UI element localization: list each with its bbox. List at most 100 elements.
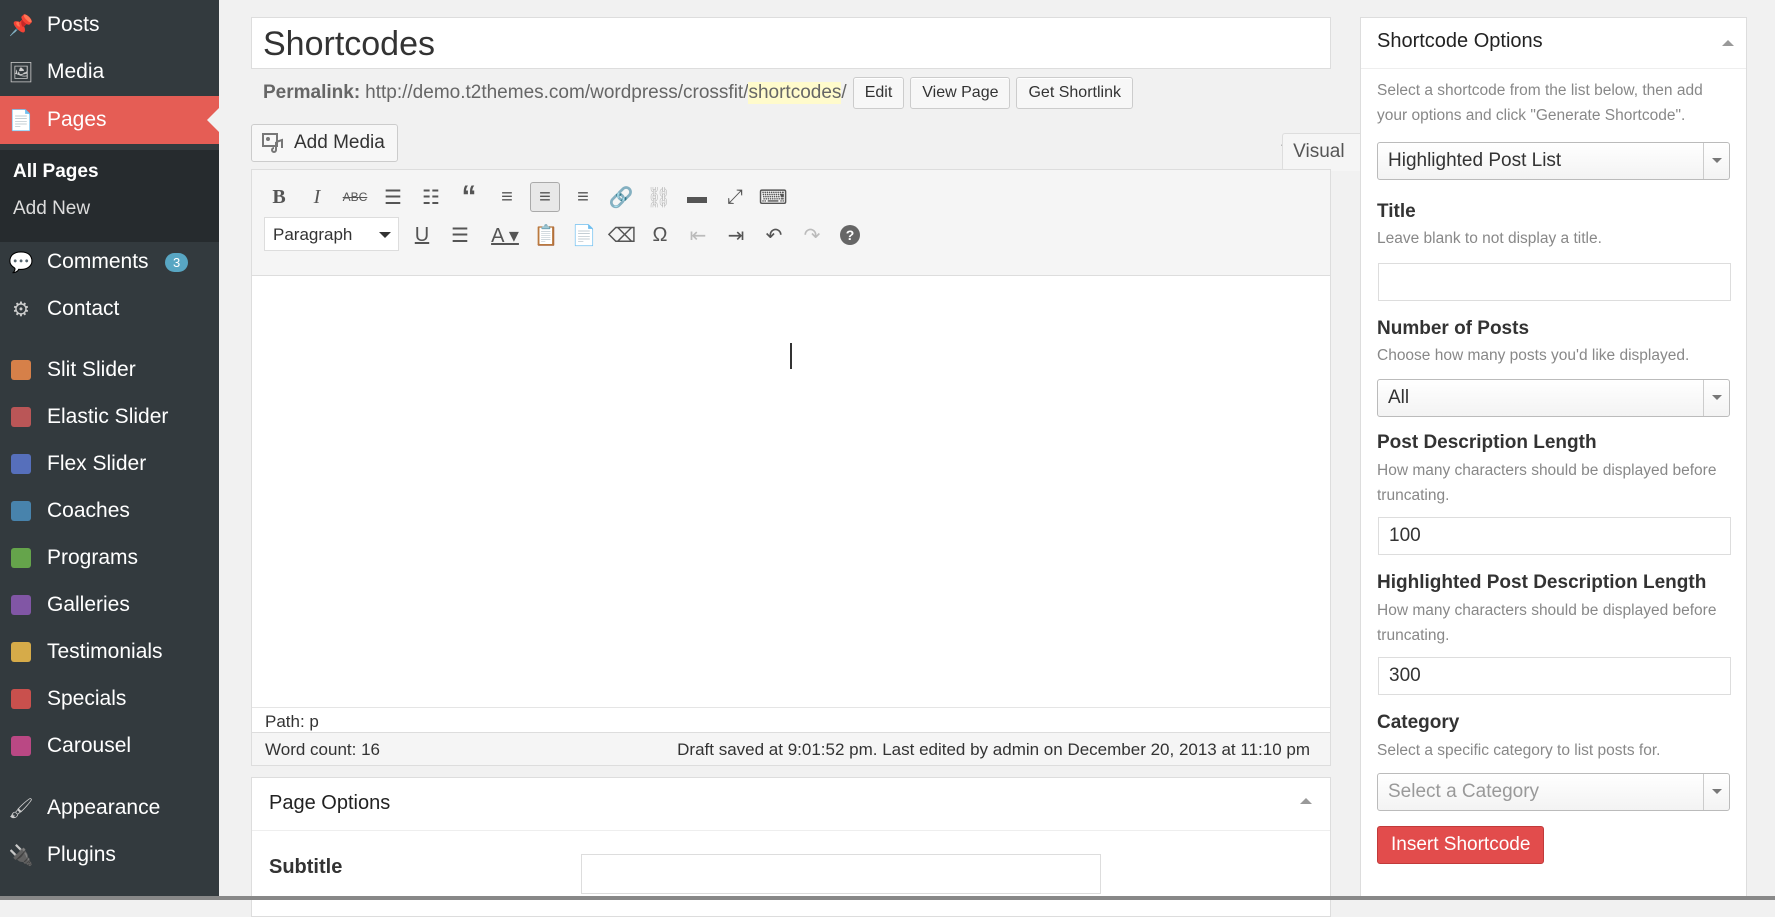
format-select[interactable]: Paragraph bbox=[264, 217, 399, 251]
numbered-list-icon[interactable]: ☷ bbox=[416, 182, 446, 212]
outdent-icon[interactable]: ⇤ bbox=[683, 220, 713, 250]
clear-formatting-icon[interactable]: ⌫ bbox=[607, 220, 637, 250]
view-page-button[interactable]: View Page bbox=[910, 77, 1011, 109]
submenu-all-pages[interactable]: All Pages bbox=[13, 161, 99, 183]
slider-icon bbox=[8, 404, 34, 430]
plugin-icon: 🔌 bbox=[8, 844, 34, 867]
media-icon: 🖼 bbox=[8, 61, 34, 84]
editor-tabs: Visual Text bbox=[1266, 133, 1636, 171]
sidebar-item-posts[interactable]: 📌 Posts bbox=[0, 10, 219, 40]
carousel-icon bbox=[11, 736, 31, 756]
desc-length-desc: How many characters should be displayed … bbox=[1377, 462, 1717, 504]
post-title-input[interactable]: Shortcodes bbox=[251, 17, 1331, 69]
strikethrough-icon[interactable]: ABC bbox=[340, 182, 370, 212]
megaphone-icon bbox=[8, 686, 34, 712]
programs-icon bbox=[11, 548, 31, 568]
sidebar-item-plugins[interactable]: 🔌 Plugins bbox=[0, 840, 219, 870]
shortcode-select[interactable]: Highlighted Post List bbox=[1377, 142, 1730, 180]
pages-icon: 📄 bbox=[8, 109, 34, 132]
undo-icon[interactable]: ↶ bbox=[759, 220, 789, 250]
bullet-list-icon[interactable]: ☰ bbox=[378, 182, 408, 212]
unlink-icon[interactable]: ⛓ bbox=[644, 182, 674, 212]
svg-text:?: ? bbox=[846, 227, 855, 243]
underline-icon[interactable]: U bbox=[407, 220, 437, 250]
indent-icon[interactable]: ⇥ bbox=[721, 220, 751, 250]
sidebar-item-comments[interactable]: 💬 Comments 3 bbox=[0, 247, 219, 277]
hl-desc-length-input[interactable]: 300 bbox=[1378, 657, 1731, 695]
category-select[interactable]: Select a Category bbox=[1377, 773, 1730, 811]
submenu-add-new[interactable]: Add New bbox=[13, 198, 90, 220]
add-media-button[interactable]: Add Media bbox=[251, 124, 398, 162]
sidebar-item-specials[interactable]: Specials bbox=[0, 684, 219, 714]
edit-permalink-button[interactable]: Edit bbox=[852, 77, 905, 109]
read-more-icon[interactable]: ▬ bbox=[682, 182, 712, 212]
sidebar-item-contact[interactable]: ⚙ Contact bbox=[0, 294, 219, 324]
num-posts-select[interactable]: All bbox=[1377, 379, 1730, 417]
sidebar-item-elastic-slider[interactable]: Elastic Slider bbox=[0, 402, 219, 432]
collapse-arrow-icon[interactable] bbox=[1300, 792, 1312, 804]
text-color-icon[interactable]: A ▾ bbox=[483, 220, 527, 250]
insert-shortcode-button[interactable]: Insert Shortcode bbox=[1377, 826, 1545, 864]
chevron-down-icon bbox=[1703, 380, 1729, 416]
sidebar-item-label: Flex Slider bbox=[47, 452, 147, 475]
justify-icon[interactable]: ☰ bbox=[445, 220, 475, 250]
chevron-down-icon bbox=[1703, 774, 1729, 810]
bold-icon[interactable]: B bbox=[264, 182, 294, 212]
sidebar-item-label: Posts bbox=[47, 13, 100, 36]
toolbar-toggle-icon[interactable]: ⌨ bbox=[758, 182, 788, 212]
subtitle-input[interactable] bbox=[581, 854, 1101, 894]
align-right-icon[interactable]: ≡ bbox=[568, 182, 598, 212]
align-left-icon[interactable]: ≡ bbox=[492, 182, 522, 212]
sidebar-item-media[interactable]: 🖼 Media bbox=[0, 57, 219, 87]
category-label: Category bbox=[1377, 712, 1460, 733]
sidebar-item-programs[interactable]: Programs bbox=[0, 543, 219, 573]
gallery-icon bbox=[8, 592, 34, 618]
collapse-arrow-icon[interactable] bbox=[1722, 34, 1734, 46]
redo-icon[interactable]: ↷ bbox=[797, 220, 827, 250]
sidebar-item-pages[interactable]: 📄 Pages bbox=[0, 96, 219, 144]
gallery-icon bbox=[11, 595, 31, 615]
sidebar-item-appearance[interactable]: 🖌 Appearance bbox=[0, 793, 219, 823]
get-shortlink-button[interactable]: Get Shortlink bbox=[1016, 77, 1133, 109]
sidebar-item-testimonials[interactable]: Testimonials bbox=[0, 637, 219, 667]
megaphone-icon bbox=[11, 689, 31, 709]
sidebar-item-slit-slider[interactable]: Slit Slider bbox=[0, 355, 219, 385]
carousel-icon bbox=[8, 733, 34, 759]
programs-icon bbox=[8, 545, 34, 571]
sidebar-item-flex-slider[interactable]: Flex Slider bbox=[0, 449, 219, 479]
gear-icon: ⚙ bbox=[12, 298, 30, 321]
special-character-icon[interactable]: Ω bbox=[645, 220, 675, 250]
category-desc: Select a specific category to list posts… bbox=[1377, 742, 1661, 759]
sidebar-item-label: Comments bbox=[47, 250, 149, 273]
shortcode-options-panel: Shortcode Options Select a shortcode fro… bbox=[1360, 17, 1747, 897]
sidebar-item-label: Elastic Slider bbox=[47, 405, 169, 428]
paste-text-icon[interactable]: 📋 bbox=[531, 220, 561, 250]
sidebar-item-galleries[interactable]: Galleries bbox=[0, 590, 219, 620]
sidebar-item-coaches[interactable]: Coaches bbox=[0, 496, 219, 526]
italic-icon[interactable]: I bbox=[302, 182, 332, 212]
add-media-label: Add Media bbox=[294, 132, 385, 153]
title-desc: Leave blank to not display a title. bbox=[1377, 230, 1602, 247]
slider-icon bbox=[11, 360, 31, 380]
sidebar-item-carousel[interactable]: Carousel bbox=[0, 731, 219, 761]
sidebar-item-label: Coaches bbox=[47, 499, 130, 522]
shortcode-select-value: Highlighted Post List bbox=[1388, 150, 1562, 171]
link-icon[interactable]: 🔗 bbox=[606, 182, 636, 212]
help-icon[interactable]: ? bbox=[835, 220, 865, 250]
num-posts-desc: Choose how many posts you'd like display… bbox=[1377, 347, 1690, 364]
blockquote-icon[interactable]: “ bbox=[454, 180, 484, 213]
paste-word-icon[interactable]: 📄 bbox=[569, 220, 599, 250]
title-label: Title bbox=[1377, 201, 1416, 222]
media-icon bbox=[262, 133, 284, 159]
align-center-icon[interactable]: ≡ bbox=[530, 182, 560, 212]
desc-length-input[interactable]: 100 bbox=[1378, 517, 1731, 555]
sidebar-item-label: Appearance bbox=[47, 796, 161, 819]
permalink-slug[interactable]: shortcodes bbox=[748, 82, 842, 104]
rich-text-editor[interactable]: B I ABC ☰ ☷ “ ≡ ≡ ≡ 🔗 ⛓ ▬ ⤢ ⌨ Paragraph … bbox=[251, 169, 1331, 749]
fullscreen-icon[interactable]: ⤢ bbox=[720, 182, 750, 212]
title-input[interactable] bbox=[1378, 263, 1731, 301]
sidebar-item-label: Galleries bbox=[47, 593, 130, 616]
star-icon bbox=[8, 639, 34, 665]
hl-desc-length-label: Highlighted Post Description Length bbox=[1377, 572, 1707, 593]
status-bar: Word count: 16 Draft saved at 9:01:52 pm… bbox=[251, 732, 1331, 766]
